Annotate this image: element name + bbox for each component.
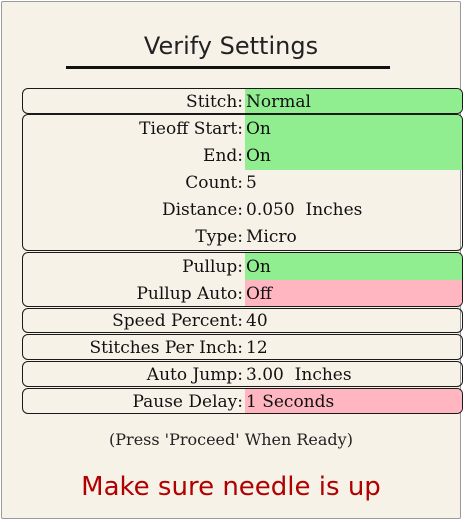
setting-row-tieoff-count: Count: 5 xyxy=(23,169,462,197)
pause-delay-group: Pause Delay: 1 Seconds xyxy=(22,388,463,414)
setting-row-pullup: Pullup: On xyxy=(23,253,462,281)
setting-row-auto-jump: Auto Jump: 3.00 Inches xyxy=(23,362,462,386)
setting-row-speed-percent: Speed Percent: 40 xyxy=(23,309,462,332)
pullup-group: Pullup: On Pullup Auto: Off xyxy=(22,252,463,307)
needle-warning: Make sure needle is up xyxy=(81,472,381,502)
auto-jump-group: Auto Jump: 3.00 Inches xyxy=(22,361,463,387)
setting-row-tieoff-start: Tieoff Start: On xyxy=(23,115,462,143)
setting-row-pullup-auto: Pullup Auto: Off xyxy=(23,280,462,306)
setting-value: Off xyxy=(245,280,462,306)
setting-row-tieoff-end: End: On xyxy=(23,142,462,170)
setting-row-tieoff-type: Type: Micro xyxy=(23,223,462,250)
title-underline xyxy=(66,66,390,69)
setting-row-stitch: Stitch: Normal xyxy=(23,89,462,113)
setting-value: 40 xyxy=(246,311,268,331)
setting-label: Stitch: xyxy=(186,92,243,112)
setting-value: 0.050 Inches xyxy=(246,200,363,220)
setting-value: On xyxy=(245,253,462,281)
setting-label: Pullup: xyxy=(182,257,243,277)
setting-label: Pause Delay: xyxy=(132,392,243,412)
setting-row-pause-delay: Pause Delay: 1 Seconds xyxy=(23,389,462,413)
setting-label: Auto Jump: xyxy=(146,365,243,385)
speed-percent-group: Speed Percent: 40 xyxy=(22,308,463,333)
setting-label: Distance: xyxy=(161,200,243,220)
tieoff-group: Tieoff Start: On End: On Count: 5 Distan… xyxy=(22,114,463,251)
verify-settings-panel: Verify Settings Stitch: Normal Tieoff St… xyxy=(1,1,463,519)
setting-value: On xyxy=(245,115,462,143)
setting-value: Micro xyxy=(246,227,297,247)
setting-label: End: xyxy=(203,146,243,166)
setting-value: On xyxy=(245,142,462,170)
setting-label: Count: xyxy=(185,173,243,193)
setting-value: 1 Seconds xyxy=(245,389,462,413)
setting-row-tieoff-distance: Distance: 0.050 Inches xyxy=(23,196,462,224)
dialog-title: Verify Settings xyxy=(143,32,319,60)
proceed-prompt: (Press 'Proceed' When Ready) xyxy=(109,430,353,449)
setting-label: Pullup Auto: xyxy=(136,284,243,304)
stitch-group: Stitch: Normal xyxy=(22,88,463,114)
setting-value: 5 xyxy=(246,173,257,193)
setting-label: Stitches Per Inch: xyxy=(89,338,243,358)
setting-row-stitches-per-inch: Stitches Per Inch: 12 xyxy=(23,335,462,359)
setting-label: Type: xyxy=(195,227,243,247)
setting-value: Normal xyxy=(245,89,462,113)
stitches-per-inch-group: Stitches Per Inch: 12 xyxy=(22,334,463,360)
setting-value: 3.00 Inches xyxy=(246,365,352,385)
setting-label: Tieoff Start: xyxy=(139,119,243,139)
setting-label: Speed Percent: xyxy=(112,311,243,331)
setting-value: 12 xyxy=(246,338,268,358)
